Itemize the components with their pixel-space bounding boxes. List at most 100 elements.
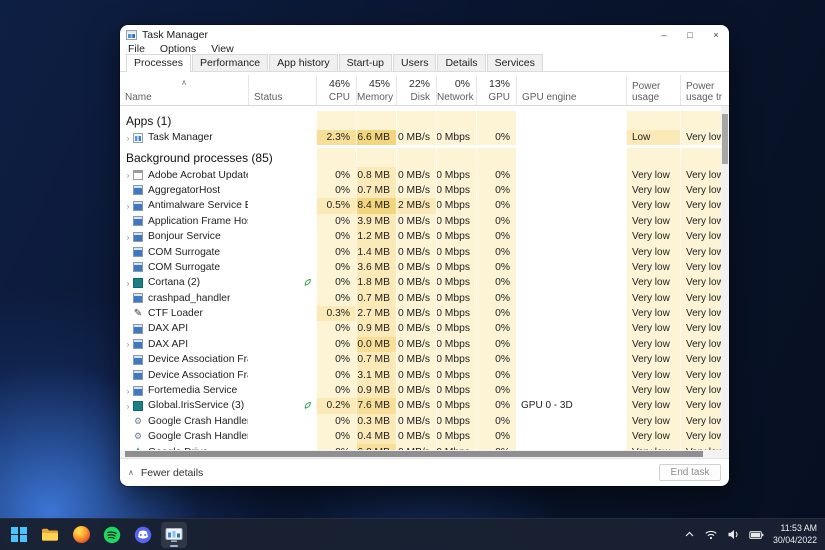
cell-network: 0 Mbps (436, 198, 476, 213)
tray-chevron-up-icon[interactable] (684, 530, 695, 539)
title-bar[interactable]: Task Manager – □ × (120, 25, 729, 42)
cell-cpu: 0.3% (316, 306, 356, 321)
end-task-button[interactable]: End task (659, 464, 721, 481)
process-row[interactable]: ›Antimalware Service Executable0.5%168.4… (120, 198, 729, 213)
expand-chevron-icon[interactable]: › (123, 278, 133, 288)
vertical-scrollbar-thumb[interactable] (722, 114, 728, 164)
tab-performance[interactable]: Performance (192, 54, 268, 71)
column-header-gpu[interactable]: 13%GPU (476, 75, 516, 105)
tab-services[interactable]: Services (487, 54, 543, 71)
process-row[interactable]: ✎CTF Loader0.3%2.7 MB0 MB/s0 Mbps0%Very … (120, 306, 729, 321)
process-row[interactable]: ⚙Google Crash Handler (32 bit)0%0.4 MB0 … (120, 429, 729, 444)
column-header-name[interactable]: ∧Name (120, 75, 248, 105)
process-row[interactable]: ›Global.IrisService (3)0.2%17.6 MB0 MB/s… (120, 398, 729, 413)
horizontal-scrollbar-thumb[interactable] (125, 451, 703, 457)
expand-chevron-icon[interactable]: › (123, 339, 133, 349)
cell-gpu: 0% (476, 367, 516, 382)
minimize-button[interactable]: – (651, 27, 677, 42)
cell-gpu-engine (516, 414, 626, 429)
column-header-status[interactable]: Status (248, 75, 316, 105)
app-window-icon (133, 386, 143, 396)
tab-processes[interactable]: Processes (126, 54, 191, 72)
column-header-power[interactable]: Power usage (626, 75, 680, 105)
group-header[interactable]: Background processes (85) (120, 148, 729, 167)
cell-disk: 0 MB/s (396, 130, 436, 145)
menu-view[interactable]: View (211, 43, 234, 55)
cell-memory: 0.7 MB (356, 352, 396, 367)
maximize-button[interactable]: □ (677, 27, 703, 42)
taskbar-clock[interactable]: 11:53 AM 30/04/2022 (773, 523, 817, 546)
cell-cpu: 0% (316, 260, 356, 275)
cell-disk: 0 MB/s (396, 383, 436, 398)
expand-chevron-icon[interactable]: › (123, 201, 133, 211)
process-row[interactable]: COM Surrogate0%3.6 MB0 MB/s0 Mbps0%Very … (120, 260, 729, 275)
cell-disk: 0 MB/s (396, 398, 436, 413)
expand-chevron-icon[interactable]: › (123, 170, 133, 180)
cell-gpu-engine (516, 229, 626, 244)
cell-gpu-engine (516, 167, 626, 182)
cell-name: DAX API (120, 321, 248, 336)
process-row[interactable]: AggregatorHost0%0.7 MB0 MB/s0 Mbps0%Very… (120, 183, 729, 198)
vertical-scrollbar[interactable] (721, 106, 729, 450)
battery-icon[interactable] (749, 530, 764, 540)
expand-chevron-icon[interactable]: › (123, 401, 133, 411)
taskbar-file-explorer-icon[interactable] (37, 522, 63, 548)
cell-network: 0 Mbps (436, 367, 476, 382)
cell-name: ›Antimalware Service Executable (120, 198, 248, 213)
cell-name: ›Global.IrisService (3) (120, 398, 248, 413)
tab-users[interactable]: Users (393, 54, 436, 71)
process-row[interactable]: ⚙Google Crash Handler0%0.3 MB0 MB/s0 Mbp… (120, 414, 729, 429)
process-row[interactable]: Device Association Framework ...0%3.1 MB… (120, 367, 729, 382)
cell-name: ›Adobe Acrobat Update Service (... (120, 167, 248, 182)
process-row[interactable]: DAX API0%0.9 MB0 MB/s0 Mbps0%Very lowVer… (120, 321, 729, 336)
menu-options[interactable]: Options (160, 43, 196, 55)
process-row[interactable]: ›DAX API0%10.0 MB0 MB/s0 Mbps0%Very lowV… (120, 337, 729, 352)
close-button[interactable]: × (703, 27, 729, 42)
task-manager-icon (133, 133, 143, 143)
column-header-cpu[interactable]: 46%CPU (316, 75, 356, 105)
wifi-icon[interactable] (704, 529, 718, 540)
process-row[interactable]: ›Bonjour Service0%1.2 MB0 MB/s0 Mbps0%Ve… (120, 229, 729, 244)
tab-start-up[interactable]: Start-up (339, 54, 392, 71)
process-name: Google Crash Handler (148, 416, 248, 427)
cell-status (248, 306, 316, 321)
tab-details[interactable]: Details (437, 54, 485, 71)
group-header[interactable]: Apps (1) (120, 111, 729, 130)
expand-chevron-icon[interactable]: › (123, 386, 133, 396)
column-header-power_trend[interactable]: Power usage tr (680, 75, 729, 105)
expand-chevron-icon[interactable]: › (123, 232, 133, 242)
speaker-icon[interactable] (727, 529, 740, 540)
process-row[interactable]: COM Surrogate0%1.4 MB0 MB/s0 Mbps0%Very … (120, 244, 729, 259)
taskbar-task-manager-icon[interactable] (161, 522, 187, 548)
process-row[interactable]: ›Task Manager2.3%36.6 MB0 MB/s0 Mbps0%Lo… (120, 130, 729, 145)
taskbar-firefox-icon[interactable] (68, 522, 94, 548)
menu-file[interactable]: File (128, 43, 145, 55)
process-row[interactable]: Application Frame Host0%3.9 MB0 MB/s0 Mb… (120, 214, 729, 229)
cell-disk: 0 MB/s (396, 167, 436, 182)
horizontal-scrollbar[interactable] (120, 450, 729, 458)
process-row[interactable]: ›Adobe Acrobat Update Service (...0%0.8 … (120, 167, 729, 182)
column-header-memory[interactable]: 45%Memory (356, 75, 396, 105)
fewer-details-toggle[interactable]: ∧ Fewer details (128, 467, 203, 479)
process-name: COM Surrogate (148, 247, 220, 258)
taskbar-start-icon[interactable] (6, 522, 32, 548)
tab-app-history[interactable]: App history (269, 54, 338, 71)
process-row[interactable]: Device Association Framework ...0%0.7 MB… (120, 352, 729, 367)
column-header-network[interactable]: 0%Network (436, 75, 476, 105)
cell-power-usage: Very low (626, 414, 680, 429)
process-row[interactable]: ›Cortana (2)0%1.8 MB0 MB/s0 Mbps0%Very l… (120, 275, 729, 290)
clock-time: 11:53 AM (773, 523, 817, 534)
cell-cpu: 0% (316, 352, 356, 367)
process-row[interactable]: ›Fortemedia Service0%0.9 MB0 MB/s0 Mbps0… (120, 383, 729, 398)
expand-chevron-icon[interactable]: › (123, 133, 133, 143)
process-row[interactable]: crashpad_handler0%0.7 MB0 MB/s0 Mbps0%Ve… (120, 291, 729, 306)
taskbar-discord-icon[interactable] (130, 522, 156, 548)
cell-status (248, 244, 316, 259)
column-header-disk[interactable]: 22%Disk (396, 75, 436, 105)
column-header-gpu_engine[interactable]: GPU engine (516, 75, 626, 105)
window-outline-icon (133, 170, 143, 180)
taskbar-spotify-icon[interactable] (99, 522, 125, 548)
cell-gpu: 0% (476, 214, 516, 229)
cell-power-usage: Very low (626, 429, 680, 444)
cell-memory: 1.4 MB (356, 244, 396, 259)
